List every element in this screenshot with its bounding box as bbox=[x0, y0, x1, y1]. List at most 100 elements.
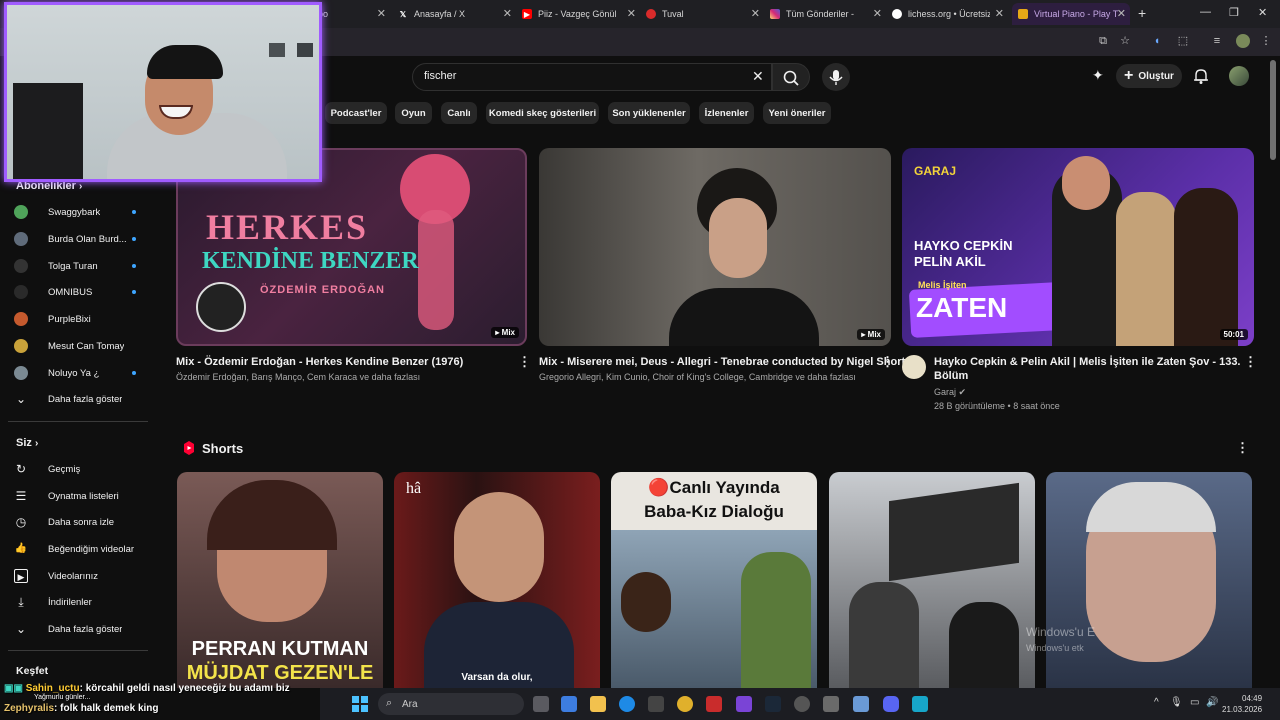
short-thumbnail[interactable]: PERRAN KUTMAN MÜJDAT GEZEN'LE bbox=[177, 472, 383, 688]
clear-search-icon[interactable]: ✕ bbox=[752, 68, 764, 85]
chat-message: ▣▣ Sahin_uctu: körcahil geldi nasıl yene… bbox=[4, 683, 290, 694]
sidebar-item-liked-videos[interactable]: 👍 Beğendiğim videolar bbox=[14, 538, 148, 560]
plus-icon: + bbox=[1124, 67, 1134, 84]
edge-browser-icon[interactable] bbox=[619, 696, 635, 712]
app-icon[interactable] bbox=[912, 696, 928, 712]
channel-name[interactable]: Garaj ✔ bbox=[934, 387, 966, 398]
browser-tab[interactable]: ▶ Piiz - Vazgeç Gönül ( ✕ bbox=[522, 3, 640, 25]
extension-icon[interactable]: ◖ bbox=[1150, 34, 1164, 48]
chrome-icon[interactable] bbox=[677, 696, 693, 712]
sidebar-subscription[interactable]: Tolga Turan bbox=[14, 255, 148, 277]
page-scrollbar[interactable] bbox=[1270, 60, 1276, 160]
sidebar-item-playlists[interactable]: ☰ Oynatma listeleri bbox=[14, 485, 148, 507]
sidebar-subscription[interactable]: Swaggybark bbox=[14, 201, 148, 223]
chip-watched[interactable]: İzlenenler bbox=[699, 102, 754, 124]
sidebar-subscription[interactable]: Mesut Can Tomay bbox=[14, 335, 148, 357]
channel-avatar[interactable] bbox=[902, 355, 926, 379]
sidebar-item-watch-later[interactable]: ◷ Daha sonra izle bbox=[14, 511, 148, 533]
settings-icon[interactable] bbox=[823, 696, 839, 712]
minimize-icon[interactable]: — bbox=[1200, 6, 1211, 18]
close-tab-icon[interactable]: ✕ bbox=[627, 7, 636, 20]
history-icon: ↻ bbox=[15, 462, 27, 476]
search-button[interactable] bbox=[772, 63, 810, 91]
close-tab-icon[interactable]: ✕ bbox=[1117, 7, 1126, 20]
bookmark-star-icon[interactable]: ☆ bbox=[1118, 34, 1132, 48]
file-explorer-icon[interactable] bbox=[590, 696, 606, 712]
notifications-button[interactable] bbox=[1193, 67, 1209, 90]
short-thumbnail[interactable]: hâ Varsan da olur, bbox=[394, 472, 600, 688]
chip-recently-uploaded[interactable]: Son yüklenenler bbox=[608, 102, 690, 124]
chip-podcasts[interactable]: Podcast'ler bbox=[325, 102, 387, 124]
video-thumbnail[interactable]: GARAJ HAYKO CEPKİN PELİN AKİL Melis İşit… bbox=[902, 148, 1254, 346]
more-actions-icon[interactable]: ⋮ bbox=[518, 354, 531, 370]
sidebar-subscription[interactable]: Burda Olan Burd... bbox=[14, 228, 148, 250]
search-input[interactable] bbox=[412, 63, 772, 91]
you-heading[interactable]: Siz › bbox=[16, 437, 38, 449]
volume-icon[interactable]: 🔊 bbox=[1206, 697, 1218, 708]
widget-app-icon[interactable] bbox=[561, 696, 577, 712]
app-icon[interactable] bbox=[794, 696, 810, 712]
extensions-puzzle-icon[interactable]: ⬚ bbox=[1176, 34, 1190, 48]
steam-icon[interactable] bbox=[765, 696, 781, 712]
store-icon[interactable] bbox=[648, 696, 664, 712]
app-icon[interactable] bbox=[853, 696, 869, 712]
microphone-tray-icon[interactable]: 🎙 bbox=[1170, 697, 1183, 708]
network-icon[interactable]: ▭ bbox=[1190, 697, 1199, 708]
more-actions-icon[interactable]: ⋮ bbox=[881, 354, 894, 370]
browser-tab[interactable]: Tüm Gönderiler - ✕ bbox=[770, 3, 886, 25]
close-tab-icon[interactable]: ✕ bbox=[377, 7, 386, 20]
more-actions-icon[interactable]: ⋮ bbox=[1244, 354, 1257, 370]
sidebar-subscription[interactable]: Noluyo Ya ¿ bbox=[14, 362, 148, 384]
taskbar-clock[interactable]: 04:49 21.03.2026 bbox=[1222, 693, 1262, 715]
video-title[interactable]: Hayko Cepkin & Pelin Akil | Melis İşiten… bbox=[934, 355, 1241, 369]
close-tab-icon[interactable]: ✕ bbox=[503, 7, 512, 20]
task-view-icon[interactable] bbox=[533, 696, 549, 712]
download-icon: ⤓ bbox=[18, 595, 24, 609]
voice-search-button[interactable] bbox=[822, 63, 850, 91]
install-app-icon[interactable]: ⧉ bbox=[1096, 34, 1110, 48]
sidebar-item-your-videos[interactable]: ▶ Videolarınız bbox=[14, 565, 148, 587]
chevron-right-icon: › bbox=[78, 181, 83, 192]
maximize-icon[interactable]: ❐ bbox=[1229, 6, 1239, 19]
windows-start-icon[interactable] bbox=[352, 696, 368, 717]
x-icon: 𝕏 bbox=[399, 9, 407, 19]
shorts-more-icon[interactable]: ⋮ bbox=[1236, 440, 1249, 456]
sidebar-subscription[interactable]: OMNIBUS bbox=[14, 281, 148, 303]
taskbar-search[interactable]: ⌕ Ara bbox=[378, 693, 524, 715]
chip-comedy[interactable]: Komedi skeç gösterileri bbox=[486, 102, 599, 124]
tray-overflow-icon[interactable]: ^ bbox=[1154, 697, 1159, 708]
app-icon[interactable] bbox=[706, 696, 722, 712]
browser-tab-active[interactable]: Virtual Piano - Play T ✕ bbox=[1012, 3, 1130, 25]
close-tab-icon[interactable]: ✕ bbox=[751, 7, 760, 20]
sidebar-item-history[interactable]: ↻ Geçmiş bbox=[14, 458, 148, 480]
browser-menu-icon[interactable]: ⋮ bbox=[1259, 34, 1273, 48]
account-avatar[interactable] bbox=[1229, 66, 1249, 86]
close-window-icon[interactable]: ✕ bbox=[1258, 6, 1267, 19]
browser-tab[interactable]: Tuval ✕ bbox=[646, 3, 764, 25]
show-more-you[interactable]: ⌄ Daha fazla göster bbox=[14, 618, 148, 640]
browser-tab[interactable]: bo ✕ bbox=[318, 3, 390, 25]
video-title[interactable]: Mix - Miserere mei, Deus - Allegri - Ten… bbox=[539, 355, 905, 369]
chip-gaming[interactable]: Oyun bbox=[395, 102, 432, 124]
sidebar-item-downloads[interactable]: ⤓ İndirilenler bbox=[14, 591, 148, 613]
cast-icon[interactable]: ✦ bbox=[1092, 67, 1104, 84]
browser-tab[interactable]: lichess.org • Ücretsiz ✕ bbox=[892, 3, 1008, 25]
chip-live[interactable]: Canlı bbox=[441, 102, 477, 124]
show-more-subscriptions[interactable]: ⌄ Daha fazla göster bbox=[14, 388, 148, 410]
browser-tab[interactable]: 𝕏 Anasayfa / X ✕ bbox=[398, 3, 516, 25]
profile-avatar[interactable] bbox=[1236, 34, 1250, 48]
discord-icon[interactable] bbox=[883, 696, 899, 712]
create-button[interactable]: + Oluştur bbox=[1116, 64, 1182, 88]
media-control-icon[interactable]: ≡ bbox=[1210, 34, 1224, 48]
chip-new-to-you[interactable]: Yeni öneriler bbox=[763, 102, 831, 124]
video-title[interactable]: Mix - Özdemir Erdoğan - Herkes Kendine B… bbox=[176, 355, 506, 369]
video-thumbnail[interactable]: ▸ Mix bbox=[539, 148, 891, 346]
short-thumbnail[interactable] bbox=[829, 472, 1035, 688]
like-icon: 👍 bbox=[14, 543, 28, 554]
sidebar-subscription[interactable]: PurpleBixi bbox=[14, 308, 148, 330]
new-tab-button[interactable]: + bbox=[1138, 5, 1146, 21]
app-icon[interactable] bbox=[736, 696, 752, 712]
close-tab-icon[interactable]: ✕ bbox=[873, 7, 882, 20]
close-tab-icon[interactable]: ✕ bbox=[995, 7, 1004, 20]
short-thumbnail[interactable]: 🔴Canlı Yayında Baba-Kız Dialoğu bbox=[611, 472, 817, 688]
